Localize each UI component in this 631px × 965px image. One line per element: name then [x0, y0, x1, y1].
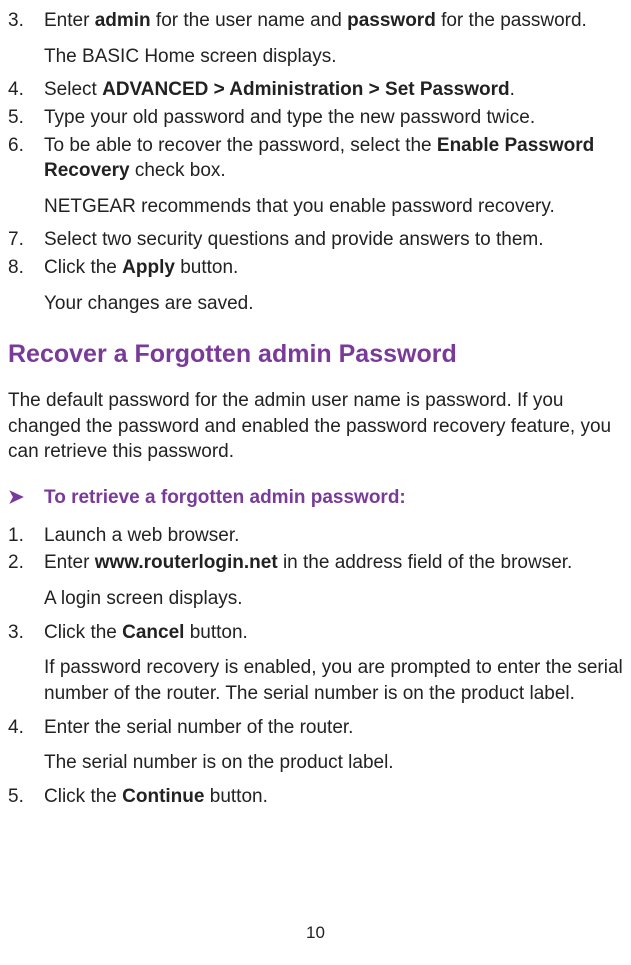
- step-body: Select ADVANCED > Administration > Set P…: [44, 77, 623, 103]
- step-text: Enter the serial number of the router.: [44, 715, 623, 741]
- step-text: Launch a web browser.: [44, 523, 623, 549]
- step-body: Enter www.routerlogin.net in the address…: [44, 550, 623, 611]
- step-7: 7. Select two security questions and pro…: [8, 227, 623, 253]
- step-text: Type your old password and type the new …: [44, 105, 623, 131]
- step-number: 5.: [8, 784, 44, 810]
- step-6: 6. To be able to recover the password, s…: [8, 133, 623, 220]
- step-text: Select ADVANCED > Administration > Set P…: [44, 77, 623, 103]
- step-8: 8. Click the Apply button. Your changes …: [8, 255, 623, 316]
- step-text: Click the Cancel button.: [44, 620, 623, 646]
- step-result: Your changes are saved.: [44, 291, 623, 317]
- step-body: Enter admin for the user name and passwo…: [44, 8, 623, 69]
- step-number: 4.: [8, 77, 44, 103]
- step-body: Launch a web browser.: [44, 523, 623, 549]
- section-heading: Recover a Forgotten admin Password: [8, 338, 623, 372]
- task-title: To retrieve a forgotten admin password:: [44, 485, 406, 511]
- step-body: To be able to recover the password, sele…: [44, 133, 623, 220]
- step-result: If password recovery is enabled, you are…: [44, 655, 623, 706]
- step-number: 7.: [8, 227, 44, 253]
- step-number: 6.: [8, 133, 44, 220]
- step-body: Click the Cancel button. If password rec…: [44, 620, 623, 707]
- step-number: 5.: [8, 105, 44, 131]
- step-5: 5. Type your old password and type the n…: [8, 105, 623, 131]
- step-body: Type your old password and type the new …: [44, 105, 623, 131]
- section-intro: The default password for the admin user …: [8, 388, 623, 465]
- step-body: Enter the serial number of the router. T…: [44, 715, 623, 776]
- step-number: 2.: [8, 550, 44, 611]
- step-result: The BASIC Home screen displays.: [44, 44, 623, 70]
- step-number: 4.: [8, 715, 44, 776]
- page-number: 10: [0, 922, 631, 945]
- step-number: 3.: [8, 620, 44, 707]
- step-1: 1. Launch a web browser.: [8, 523, 623, 549]
- step-text: Click the Apply button.: [44, 255, 623, 281]
- step-text: Enter admin for the user name and passwo…: [44, 8, 623, 34]
- step-text: Click the Continue button.: [44, 784, 623, 810]
- step-3: 3. Enter admin for the user name and pas…: [8, 8, 623, 69]
- step-number: 3.: [8, 8, 44, 69]
- arrow-icon: ➤: [8, 485, 44, 511]
- step-body: Click the Continue button.: [44, 784, 623, 810]
- procedure-list-2: 1. Launch a web browser. 2. Enter www.ro…: [8, 523, 623, 810]
- step-5b: 5. Click the Continue button.: [8, 784, 623, 810]
- step-4b: 4. Enter the serial number of the router…: [8, 715, 623, 776]
- step-text: Select two security questions and provid…: [44, 227, 623, 253]
- step-body: Click the Apply button. Your changes are…: [44, 255, 623, 316]
- step-number: 8.: [8, 255, 44, 316]
- step-number: 1.: [8, 523, 44, 549]
- step-3b: 3. Click the Cancel button. If password …: [8, 620, 623, 707]
- step-2: 2. Enter www.routerlogin.net in the addr…: [8, 550, 623, 611]
- step-result: The serial number is on the product labe…: [44, 750, 623, 776]
- step-result: A login screen displays.: [44, 586, 623, 612]
- procedure-list-1: 3. Enter admin for the user name and pas…: [8, 8, 623, 316]
- step-text: To be able to recover the password, sele…: [44, 133, 623, 184]
- step-text: Enter www.routerlogin.net in the address…: [44, 550, 623, 576]
- step-result: NETGEAR recommends that you enable passw…: [44, 194, 623, 220]
- step-4: 4. Select ADVANCED > Administration > Se…: [8, 77, 623, 103]
- task-heading: ➤ To retrieve a forgotten admin password…: [8, 485, 623, 511]
- step-body: Select two security questions and provid…: [44, 227, 623, 253]
